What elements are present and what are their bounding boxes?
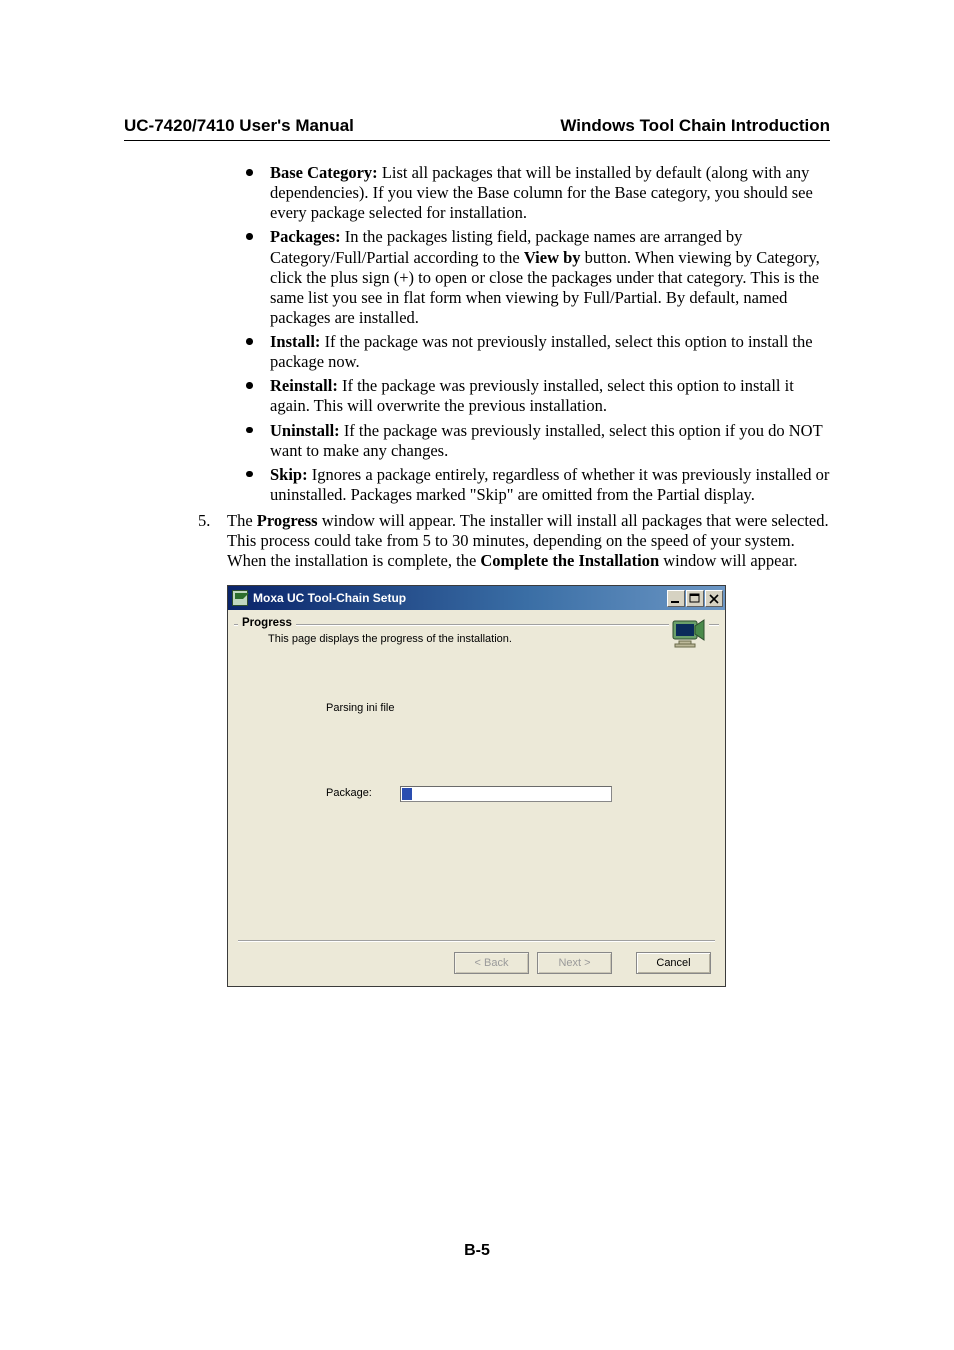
bullet-base-category: Base Category: List all packages that wi…: [240, 163, 830, 223]
bullet-uninstall: Uninstall: If the package was previously…: [240, 421, 830, 461]
bullet-text: If the package was previously installed,…: [270, 376, 794, 415]
bullet-text: If the package was previously installed,…: [270, 421, 822, 460]
document-page: UC-7420/7410 User's Manual Windows Tool …: [0, 0, 954, 1350]
cancel-button[interactable]: Cancel: [636, 952, 711, 974]
header-group: Progress This page displays the progress…: [234, 616, 719, 829]
close-button[interactable]: [705, 590, 723, 607]
step-number: 5.: [198, 511, 210, 531]
close-icon: [708, 593, 720, 604]
app-icon: [232, 590, 248, 606]
bullet-label: Base Category:: [270, 163, 378, 182]
titlebar[interactable]: Moxa UC Tool-Chain Setup: [228, 586, 725, 610]
bullet-label: Install:: [270, 332, 320, 351]
header-rule: [124, 140, 830, 141]
bullet-label: Packages:: [270, 227, 341, 246]
window-body: Progress This page displays the progress…: [228, 616, 725, 985]
window-controls: [667, 590, 723, 607]
status-text: Parsing ini file: [326, 702, 719, 715]
progress-area: Parsing ini file Package:: [326, 702, 719, 801]
header-left: UC-7420/7410 User's Manual: [124, 116, 354, 136]
dialog-window: Moxa UC Tool-Chain Setup: [227, 585, 726, 986]
screenshot: Moxa UC Tool-Chain Setup: [227, 585, 830, 986]
bullet-text: If the package was not previously instal…: [270, 332, 813, 371]
page-header: UC-7420/7410 User's Manual Windows Tool …: [124, 116, 830, 140]
package-label: Package:: [326, 787, 372, 800]
progress-bar: [400, 786, 612, 802]
progress-heading: Progress: [238, 616, 296, 630]
bullet-packages: Packages: In the packages listing field,…: [240, 227, 830, 328]
bullet-label: Skip:: [270, 465, 308, 484]
next-button[interactable]: Next >: [537, 952, 612, 974]
button-row: < Back Next > Cancel: [228, 942, 725, 986]
window-title: Moxa UC Tool-Chain Setup: [253, 591, 667, 606]
bullet-label: Reinstall:: [270, 376, 338, 395]
wizard-icon: [669, 616, 709, 650]
bullet-text: Ignores a package entirely, regardless o…: [270, 465, 829, 504]
progress-fill: [402, 788, 412, 800]
maximize-button[interactable]: [686, 590, 704, 607]
bullet-install: Install: If the package was not previous…: [240, 332, 830, 372]
page-content: Base Category: List all packages that wi…: [124, 163, 830, 987]
bullet-reinstall: Reinstall: If the package was previously…: [240, 376, 830, 416]
step-5: 5. The Progress window will appear. The …: [124, 511, 830, 571]
maximize-icon: [689, 593, 701, 604]
package-row: Package:: [326, 786, 719, 802]
bullet-skip: Skip: Ignores a package entirely, regard…: [240, 465, 830, 505]
group-line: [234, 624, 719, 678]
bullet-list: Base Category: List all packages that wi…: [124, 163, 830, 505]
step-bold-2: Complete the Installation: [480, 551, 659, 570]
bullet-label: Uninstall:: [270, 421, 340, 440]
header-right: Windows Tool Chain Introduction: [560, 116, 830, 136]
step-bold-1: Progress: [257, 511, 318, 530]
bullet-label-inline: View by: [524, 248, 581, 267]
step-text-pre: The: [227, 511, 257, 530]
minimize-icon: [670, 593, 682, 604]
minimize-button[interactable]: [667, 590, 685, 607]
step-text-post: window will appear.: [659, 551, 797, 570]
page-number: B-5: [0, 1242, 954, 1260]
back-button[interactable]: < Back: [454, 952, 529, 974]
